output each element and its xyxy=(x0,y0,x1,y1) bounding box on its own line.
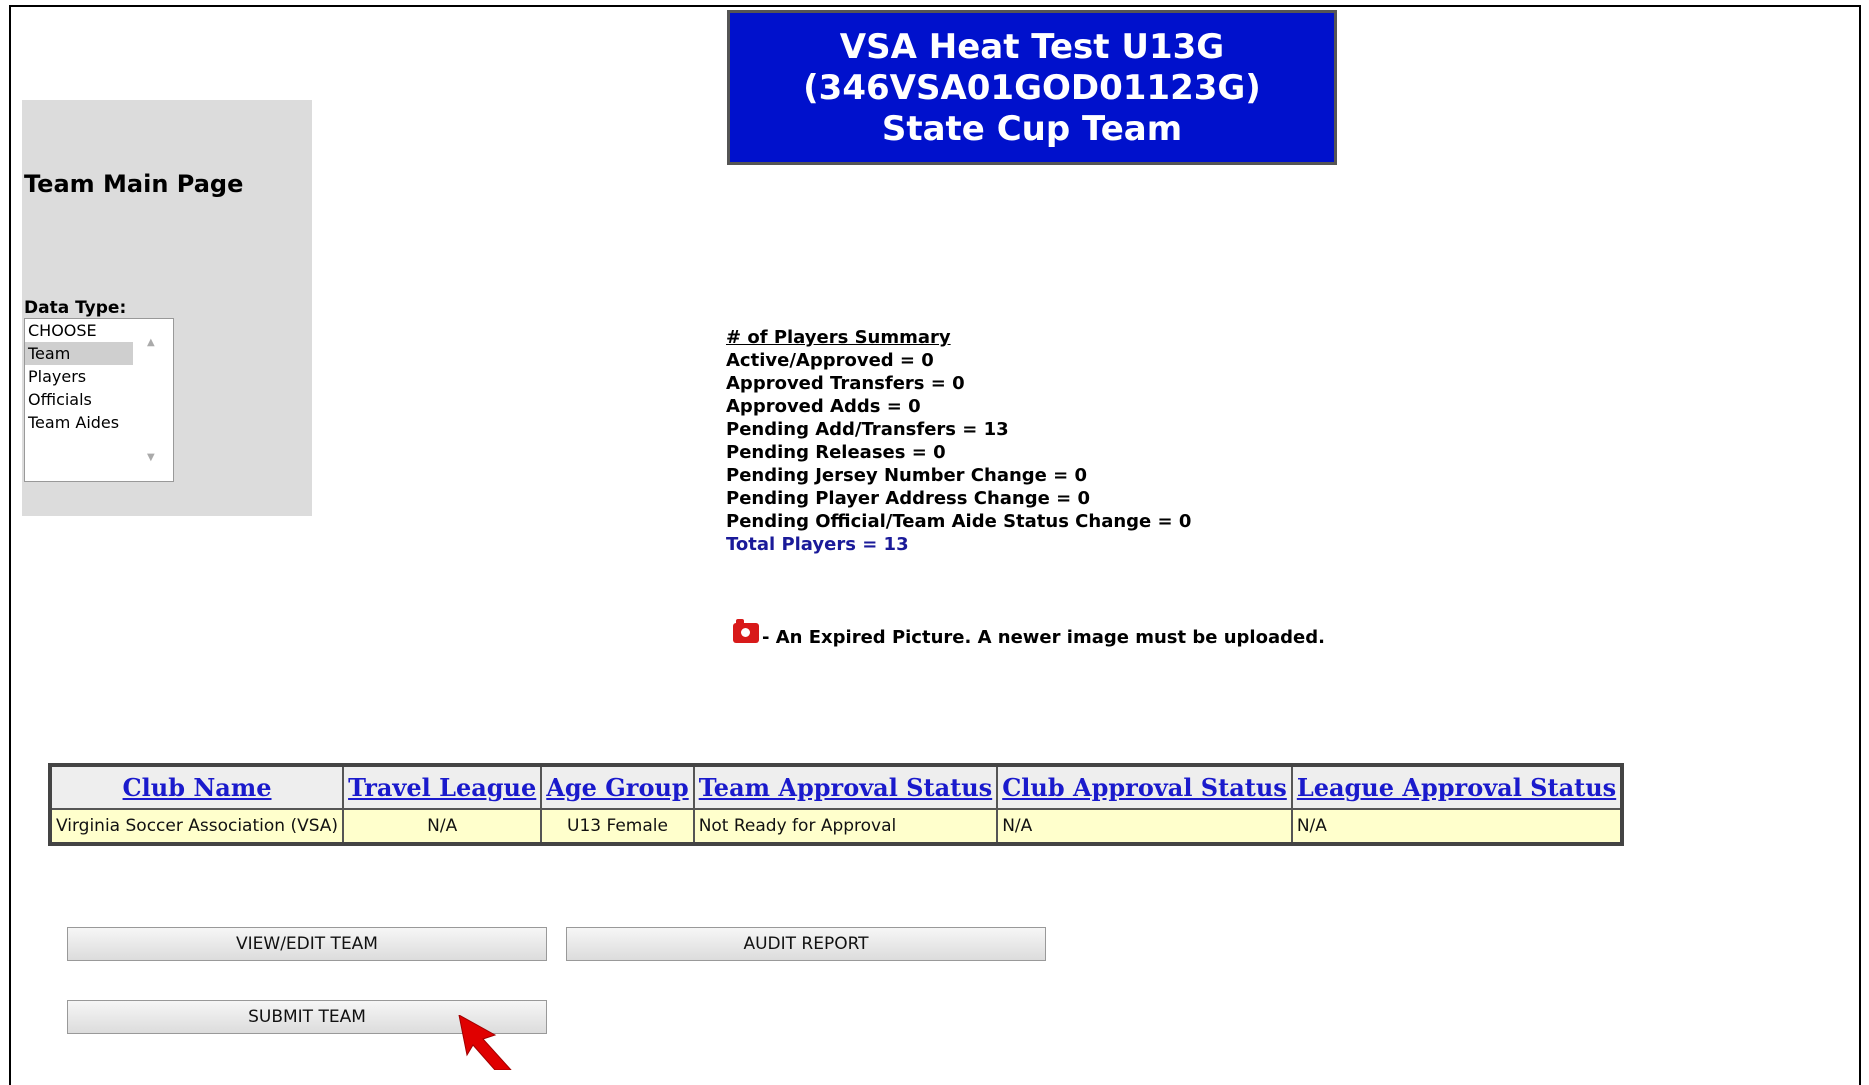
summary-line: Pending Add/Transfers = 13 xyxy=(726,419,1009,440)
sort-link[interactable]: Travel League xyxy=(348,773,536,802)
option-team[interactable]: Team xyxy=(25,342,133,365)
cell-age-group: U13 Female xyxy=(540,808,695,845)
summary-line: Pending Official/Team Aide Status Change… xyxy=(726,511,1192,532)
sidebar: Team Main Page Data Type: CHOOSE Team Pl… xyxy=(22,100,312,516)
sort-link[interactable]: Age Group xyxy=(546,773,688,802)
expired-picture-legend: - An Expired Picture. A newer image must… xyxy=(733,619,1325,648)
cell-club-name: Virginia Soccer Association (VSA) xyxy=(48,808,345,845)
players-summary: # of Players Summary Active/Approved = 0… xyxy=(726,326,1191,556)
red-arrow-icon xyxy=(458,1015,512,1070)
team-banner: VSA Heat Test U13G (346VSA01GOD01123G) S… xyxy=(727,10,1337,165)
listbox-scrollbar[interactable]: ▲ ▼ xyxy=(133,319,173,481)
summary-line: Pending Player Address Change = 0 xyxy=(726,488,1090,509)
option-team-aides[interactable]: Team Aides xyxy=(25,411,133,434)
data-type-listbox[interactable]: CHOOSE Team Players Officials Team Aides… xyxy=(24,318,174,482)
option-players[interactable]: Players xyxy=(25,365,133,388)
banner-team-type: State Cup Team xyxy=(881,109,1183,149)
sort-link[interactable]: League Approval Status xyxy=(1297,773,1616,802)
header-age-group[interactable]: Age Group xyxy=(540,764,695,810)
audit-report-button[interactable]: AUDIT REPORT xyxy=(566,927,1046,961)
summary-line: Pending Releases = 0 xyxy=(726,442,946,463)
summary-line: Active/Approved = 0 xyxy=(726,350,934,371)
data-type-label: Data Type: xyxy=(24,298,127,318)
header-league-approval-status[interactable]: League Approval Status xyxy=(1290,764,1624,810)
scroll-down-icon[interactable]: ▼ xyxy=(147,446,155,469)
header-club-approval-status[interactable]: Club Approval Status xyxy=(996,764,1293,810)
sidebar-title: Team Main Page xyxy=(24,170,244,198)
sort-link[interactable]: Team Approval Status xyxy=(699,773,993,802)
header-team-approval-status[interactable]: Team Approval Status xyxy=(692,764,999,810)
summary-heading: # of Players Summary xyxy=(726,327,951,348)
sort-link[interactable]: Club Name xyxy=(123,773,272,802)
summary-line: Approved Transfers = 0 xyxy=(726,373,965,394)
team-info-table: Club Name Travel League Age Group Team A… xyxy=(48,763,1625,846)
summary-line: Pending Jersey Number Change = 0 xyxy=(726,465,1088,486)
cell-club-approval-status: N/A xyxy=(996,808,1293,845)
cell-league-approval-status: N/A xyxy=(1290,808,1624,845)
table-row: Virginia Soccer Association (VSA) N/A U1… xyxy=(48,808,1624,845)
summary-total: Total Players = 13 xyxy=(726,534,909,555)
table-header-row: Club Name Travel League Age Group Team A… xyxy=(48,764,1624,810)
option-choose[interactable]: CHOOSE xyxy=(25,319,133,342)
summary-line: Approved Adds = 0 xyxy=(726,396,921,417)
banner-team-name: VSA Heat Test U13G xyxy=(839,27,1225,67)
header-club-name[interactable]: Club Name xyxy=(48,764,345,810)
view-edit-team-button[interactable]: VIEW/EDIT TEAM xyxy=(67,927,547,961)
sort-link[interactable]: Club Approval Status xyxy=(1002,773,1287,802)
option-officials[interactable]: Officials xyxy=(25,388,133,411)
cell-travel-league: N/A xyxy=(342,808,543,845)
banner-team-id: (346VSA01GOD01123G) xyxy=(803,68,1261,108)
cell-team-approval-status: Not Ready for Approval xyxy=(692,808,999,845)
camera-icon xyxy=(733,619,759,643)
header-travel-league[interactable]: Travel League xyxy=(342,764,543,810)
scroll-up-icon[interactable]: ▲ xyxy=(147,331,155,354)
legend-text: - An Expired Picture. A newer image must… xyxy=(762,627,1325,648)
